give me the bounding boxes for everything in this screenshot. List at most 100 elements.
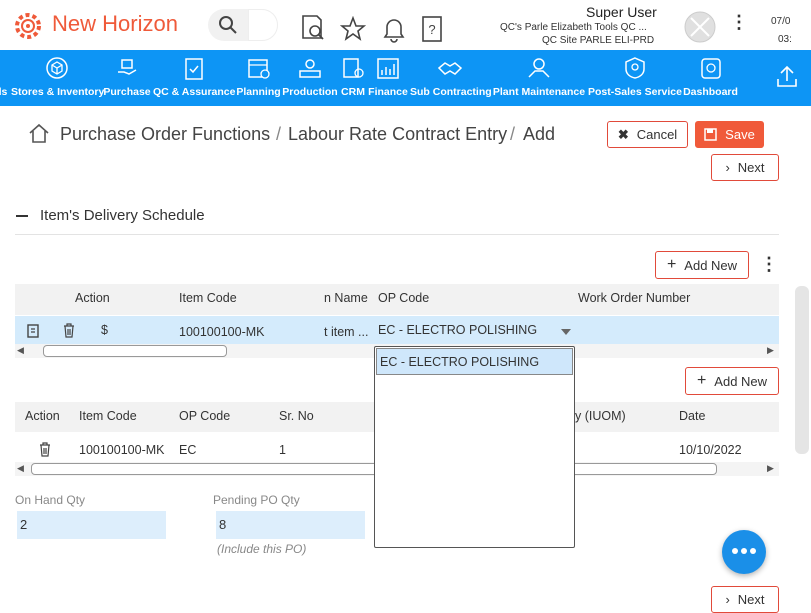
clipboard-icon[interactable]: [26, 323, 40, 338]
nav-item-subcontracting[interactable]: Sub Contracting: [410, 50, 492, 106]
breadcrumb-separator: /: [510, 124, 516, 144]
service-badge-icon: [624, 57, 645, 79]
add-new-button[interactable]: + Add New: [655, 251, 749, 279]
nav-label: Production: [282, 86, 338, 98]
page-title: Add: [523, 124, 556, 144]
op-code-select[interactable]: EC - ELECTRO POLISHING: [378, 323, 537, 337]
cell-sr-no: 1: [279, 443, 286, 457]
clipboard-check-icon: [185, 58, 203, 80]
nav-item-planning[interactable]: Planning: [236, 50, 281, 106]
nav-label: Planning: [236, 86, 281, 98]
vertical-scrollbar[interactable]: [795, 286, 809, 454]
breadcrumb-separator: /: [276, 124, 282, 144]
star-icon[interactable]: [340, 16, 366, 42]
chat-button[interactable]: [722, 530, 766, 574]
pending-po-hint: (Include this PO): [217, 542, 307, 556]
column-header-quantity[interactable]: y (IUOM): [575, 409, 626, 423]
section-title: Item's Delivery Schedule: [40, 207, 205, 224]
cancel-label: Cancel: [636, 127, 678, 142]
factory-gear-icon: [299, 59, 321, 78]
search-input[interactable]: [248, 9, 278, 41]
handshake-icon: [437, 62, 463, 75]
column-header-item-code[interactable]: Item Code: [179, 291, 237, 305]
search-icon[interactable]: [218, 15, 238, 35]
next-label: Next: [737, 592, 765, 607]
nav-label: Post-Sales Service: [588, 86, 682, 98]
column-header-sr-no[interactable]: Sr. No: [279, 409, 314, 423]
trash-icon[interactable]: [38, 442, 52, 457]
nav-label: Plant Maintenance: [492, 86, 586, 98]
breadcrumb-item[interactable]: Purchase Order Functions: [60, 124, 270, 145]
save-button[interactable]: Save: [695, 121, 764, 148]
scroll-right-icon[interactable]: ▶: [767, 463, 774, 474]
nav-item-post-sales[interactable]: Post-Sales Service: [588, 50, 682, 106]
add-new-button[interactable]: + Add New: [685, 367, 779, 395]
scroll-right-icon[interactable]: ▶: [767, 345, 774, 356]
nav-label: Dashboard: [683, 86, 738, 98]
close-icon: ✖: [617, 126, 629, 142]
nav-item-stores[interactable]: Stores & Inventory: [11, 50, 105, 106]
help-document-icon[interactable]: ?: [421, 15, 443, 43]
column-header-op-code[interactable]: OP Code: [378, 291, 429, 305]
chat-dot: [750, 548, 756, 554]
avatar[interactable]: [684, 11, 716, 43]
top-header: New Horizon ? Super User QC's Parle Eliz…: [0, 0, 811, 50]
column-header-item-code[interactable]: Item Code: [79, 409, 137, 423]
maintenance-icon: [528, 58, 550, 78]
trash-icon[interactable]: [62, 323, 76, 338]
cancel-button[interactable]: ✖ Cancel: [607, 121, 688, 148]
column-header-action: Action: [75, 291, 110, 305]
cell-date: 10/10/2022: [679, 443, 742, 457]
nav-item-tools[interactable]: ls: [0, 50, 10, 106]
scrollbar-thumb[interactable]: [43, 345, 227, 357]
chevron-right-icon: ›: [725, 160, 730, 175]
op-code-dropdown[interactable]: EC - ELECTRO POLISHING: [374, 346, 575, 548]
column-header-work-order[interactable]: Work Order Number: [578, 291, 690, 305]
nav-label: Purchase: [103, 86, 151, 98]
collapse-icon[interactable]: [16, 215, 28, 217]
user-organization: QC's Parle Elizabeth Tools QC ...: [500, 22, 647, 33]
bar-chart-icon: [377, 58, 399, 79]
nav-label: QC & Assurance: [153, 86, 236, 98]
calendar-icon: [247, 59, 270, 79]
upload-icon[interactable]: [775, 64, 799, 90]
scroll-left-icon[interactable]: ◀: [17, 345, 24, 356]
nav-label: ls: [0, 86, 8, 98]
nav-item-dashboard[interactable]: Dashboard: [683, 50, 738, 106]
dashboard-icon: [700, 58, 721, 79]
column-header-date[interactable]: Date: [679, 409, 705, 423]
save-icon: [704, 128, 717, 141]
more-options-icon[interactable]: ⋮: [730, 12, 748, 33]
module-navbar: ls Stores & Inventory Purchase QC & Assu…: [0, 50, 811, 106]
next-button-top[interactable]: › Next: [711, 154, 779, 181]
nav-label: Finance: [368, 86, 408, 98]
nav-label: Stores & Inventory: [11, 86, 105, 98]
price-icon[interactable]: $: [101, 323, 108, 337]
breadcrumb-item[interactable]: Labour Rate Contract Entry: [288, 124, 507, 145]
dropdown-option[interactable]: EC - ELECTRO POLISHING: [376, 348, 573, 375]
more-options-icon[interactable]: ⋮: [760, 254, 778, 275]
gear-logo-icon: [15, 13, 41, 39]
caret-down-icon[interactable]: [560, 328, 572, 336]
document-search-icon[interactable]: [300, 14, 326, 42]
next-label: Next: [737, 160, 765, 175]
nav-item-production[interactable]: Production: [282, 50, 338, 106]
time-part: 03:: [778, 34, 792, 45]
nav-item-plant-maintenance[interactable]: Plant Maintenance: [492, 50, 586, 106]
home-icon[interactable]: [28, 122, 50, 144]
on-hand-qty-field: 2: [17, 511, 166, 539]
nav-item-purchase[interactable]: Purchase: [103, 50, 151, 106]
column-header-item-name[interactable]: n Name: [324, 291, 368, 305]
scroll-left-icon[interactable]: ◀: [17, 463, 24, 474]
next-button-bottom[interactable]: › Next: [711, 586, 779, 613]
cell-op-code: EC: [179, 443, 197, 457]
nav-label: CRM: [341, 86, 365, 98]
nav-item-qc[interactable]: QC & Assurance: [153, 50, 235, 106]
nav-item-crm[interactable]: CRM: [339, 50, 367, 106]
save-label: Save: [725, 127, 755, 142]
nav-item-finance[interactable]: Finance: [367, 50, 409, 106]
search-box[interactable]: [208, 9, 278, 41]
bell-icon[interactable]: [381, 15, 407, 43]
user-name: Super User: [586, 4, 657, 20]
column-header-op-code[interactable]: OP Code: [179, 409, 230, 423]
